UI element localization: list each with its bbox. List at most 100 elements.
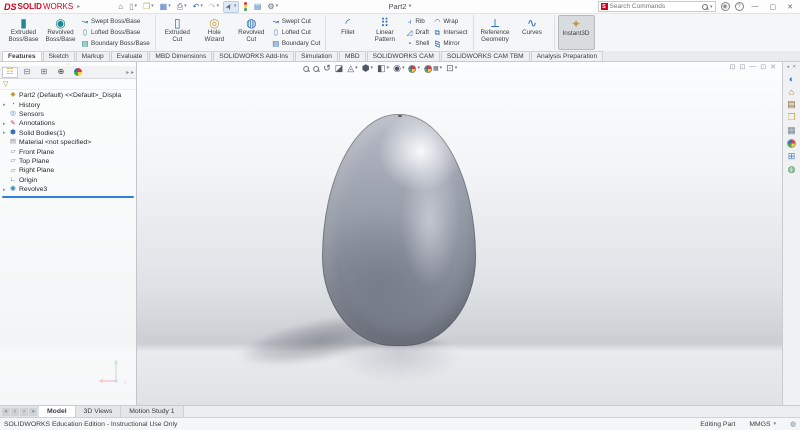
new-document-button[interactable]: ▯▾ [127,2,139,12]
tree-item-revolve[interactable]: ▸◉Revolve3 [0,185,136,194]
custom-properties-icon[interactable]: ⊞ [785,150,799,163]
window-restore-icon[interactable]: ⊡ [760,63,766,71]
search-icon[interactable] [702,4,708,10]
apply-scene-button[interactable]: ▦▾ [424,65,442,73]
tab-solidworks-add-ins[interactable]: SOLIDWORKS Add-Ins [213,51,294,61]
new-dropdown-icon[interactable]: ▾ [134,4,137,9]
revolved-cut-button[interactable]: ◍ RevolvedCut [233,15,270,50]
tree-item-right-plane[interactable]: ▱Right Plane [0,166,136,175]
redo-button[interactable]: ↷▾ [207,2,221,12]
options-button[interactable]: ⚙▾ [265,2,280,12]
view-settings-button[interactable]: ⊡▾ [446,64,457,73]
tab-mbd-dimensions[interactable]: MBD Dimensions [149,51,212,61]
tree-item-annotations[interactable]: ▸✎Annotations [0,119,136,128]
file-explorer-icon[interactable]: ❒ [785,111,799,124]
revolved-boss-base-button[interactable]: ◉ RevolvedBoss/Base [42,15,79,50]
save-button[interactable]: ▦▾ [158,2,173,12]
open-dropdown-icon[interactable]: ▾ [151,4,154,9]
display-style-button[interactable]: ◧▾ [377,64,389,73]
tree-item-front-plane[interactable]: ▱Front Plane [0,147,136,156]
tab-displaymanager[interactable] [70,67,86,78]
wrap-button[interactable]: ◠Wrap [433,17,467,27]
units-dropdown-icon[interactable]: ▾ [774,421,777,427]
menu-expand-icon[interactable]: ▸ [77,3,80,10]
help-icon[interactable]: ? [735,2,744,11]
edit-appearance-button[interactable]: ▾ [408,65,420,73]
rollback-bar[interactable] [2,196,134,198]
tab-configurationmanager[interactable]: ⊞ [36,67,52,78]
minimize-button[interactable]: — [749,3,762,10]
tab-solidworks-cam-tbm[interactable]: SOLIDWORKS CAM TBM [441,51,530,61]
search-commands-box[interactable]: S ▾ [598,1,716,12]
swept-cut-button[interactable]: ↝Swept Cut [272,17,321,27]
window-close-icon[interactable]: ✕ [770,63,776,71]
lofted-boss-base-button[interactable]: ⬯Lofted Boss/Base [81,28,150,38]
task-pane-close-icon[interactable]: ✕ [792,64,796,70]
tab-propertymanager[interactable]: ⊟ [19,67,35,78]
print-button[interactable]: ⎙▾ [175,2,189,12]
panel-tabs-overflow-icon[interactable]: ▸ ▸ [126,69,134,76]
select-button[interactable]: ➤▾ [223,1,239,13]
lofted-cut-button[interactable]: ⬯Lofted Cut [272,28,321,38]
dropdown-icon[interactable]: ▾ [402,66,405,71]
maximize-button[interactable]: ▢ [767,3,780,11]
tab-analysis-preparation[interactable]: Analysis Preparation [531,51,603,61]
tree-item-origin[interactable]: ∟Origin [0,176,136,185]
dynamic-annotation-button[interactable]: ◬▾ [347,64,357,73]
scroll-next-icon[interactable]: › [20,408,28,416]
undo-button[interactable]: ↶▾ [191,2,205,12]
unit-system-selector[interactable]: MMGS ▾ [749,421,776,428]
task-pane-collapse-icon[interactable]: ◂ [787,64,790,70]
view-palette-icon[interactable]: ▦ [785,124,799,137]
scroll-first-icon[interactable]: « [2,408,10,416]
home-button[interactable]: ⌂ [116,2,125,12]
solidworks-resources-icon[interactable]: ⌂ [785,85,799,98]
section-view-button[interactable]: ◪ [335,64,344,73]
tab-features[interactable]: Features [2,51,42,61]
tree-item-history[interactable]: ▸◔History [0,100,136,109]
window-tile-icon[interactable]: ⊡ [739,63,745,71]
dropdown-icon[interactable]: ▾ [355,66,358,71]
user-account-icon[interactable]: ◉ [721,2,730,11]
solidworks-forum-icon[interactable]: ◍ [785,163,799,176]
scroll-last-icon[interactable]: » [29,408,37,416]
options-dropdown-icon[interactable]: ▾ [276,4,279,9]
extruded-boss-base-button[interactable]: ▮ ExtrudedBoss/Base [5,15,42,50]
file-properties-button[interactable]: ▤ [252,2,264,12]
swept-boss-base-button[interactable]: ↝Swept Boss/Base [81,17,150,27]
intersect-button[interactable]: ⧉Intersect [433,28,467,38]
curves-button[interactable]: ∿ Curves [514,15,551,50]
tree-item-sensors[interactable]: ◎Sensors [0,110,136,119]
window-minimize-icon[interactable]: — [749,63,756,71]
mirror-button[interactable]: ⧎Mirror [433,39,467,49]
tab-dimxpertmanager[interactable]: ⊕ [53,67,69,78]
dropdown-icon[interactable]: ▾ [417,66,420,71]
tab-mbd[interactable]: MBD [339,51,366,61]
fillet-button[interactable]: ◜ Fillet [329,15,366,50]
search-dropdown-icon[interactable]: ▾ [710,4,713,10]
linear-pattern-button[interactable]: ⠿ LinearPattern [366,15,403,50]
3dexperience-icon[interactable]: ◐ [785,72,799,85]
previous-view-button[interactable]: ↺ [323,64,331,73]
tab-motion-study-1[interactable]: Motion Study 1 [121,406,183,417]
dropdown-icon[interactable]: ▾ [455,66,458,71]
tree-filter-row[interactable]: ▽ [0,79,136,90]
appearances-scenes-icon[interactable] [785,137,799,150]
dropdown-icon[interactable]: ▾ [371,66,374,71]
tab-3d-views[interactable]: 3D Views [76,406,122,417]
tab-sketch[interactable]: Sketch [43,51,75,61]
tree-item-solid-bodies[interactable]: ▸⬢Solid Bodies(1) [0,129,136,138]
zoom-to-area-button[interactable] [313,66,319,72]
tab-featuremanager-tree[interactable]: ☷ [2,67,18,78]
draft-button[interactable]: ◿Draft [405,28,429,38]
extruded-cut-button[interactable]: ▯ ExtrudedCut [159,15,196,50]
undo-dropdown-icon[interactable]: ▾ [200,4,203,9]
print-dropdown-icon[interactable]: ▾ [184,4,187,9]
egg-revolve-model[interactable] [322,114,476,346]
dropdown-icon[interactable]: ▾ [440,66,443,71]
instant3d-button[interactable]: ✦ Instant3D [558,15,595,50]
tree-item-part-root[interactable]: ◆Part2 (Default) <<Default>_Displa [0,91,136,100]
tree-item-material[interactable]: ▤Material <not specified> [0,138,136,147]
hide-show-items-button[interactable]: ◉▾ [393,64,404,73]
save-dropdown-icon[interactable]: ▾ [168,4,171,9]
